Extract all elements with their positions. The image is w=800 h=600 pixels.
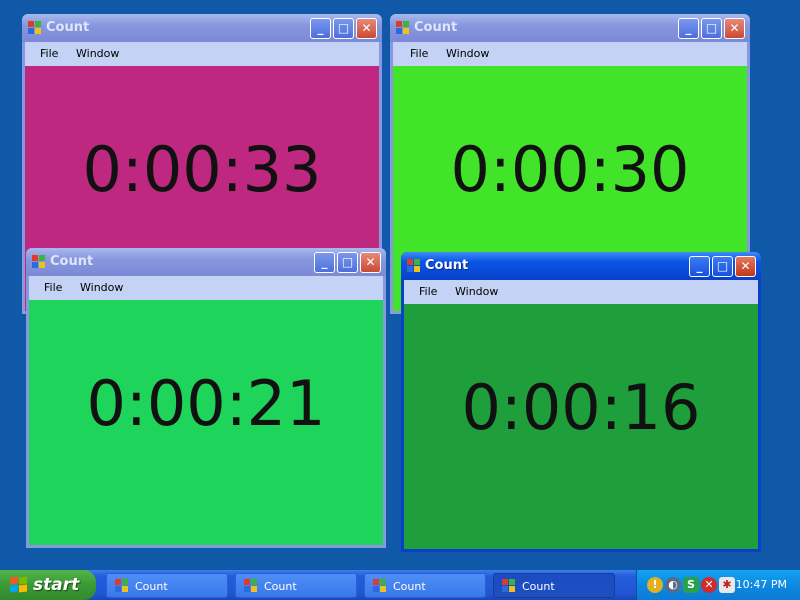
timer-area: 0:00:16 — [404, 304, 758, 549]
taskbar-item-label: Count — [393, 580, 426, 593]
taskbar-item-count-2[interactable]: Count — [235, 573, 357, 598]
menu-bar: File Window — [29, 276, 383, 300]
taskbar-item-count-3[interactable]: Count — [364, 573, 486, 598]
close-button[interactable]: ✕ — [356, 18, 377, 39]
close-button[interactable]: ✕ — [724, 18, 745, 39]
menu-file[interactable]: File — [419, 285, 437, 298]
timer-area: 0:00:21 — [29, 300, 383, 545]
window-titlebar[interactable]: Count _ □ ✕ — [26, 248, 386, 276]
timer-display: 0:00:30 — [450, 133, 690, 206]
count-window-3[interactable]: Count _ □ ✕ File Window 0:00:21 — [26, 248, 386, 548]
maximize-button[interactable]: □ — [337, 252, 358, 273]
taskbar-item-label: Count — [264, 580, 297, 593]
menu-file[interactable]: File — [44, 281, 62, 294]
maximize-button[interactable]: □ — [333, 18, 354, 39]
taskbar-item-label: Count — [135, 580, 168, 593]
taskbar-item-count-4[interactable]: Count — [493, 573, 615, 598]
security-shield-icon[interactable]: ! — [647, 577, 663, 593]
taskbar-item-count-1[interactable]: Count — [106, 573, 228, 598]
app-s-icon[interactable]: S — [683, 577, 699, 593]
window-title: Count — [46, 20, 90, 35]
minimize-button[interactable]: _ — [689, 256, 710, 277]
app-icon — [244, 579, 258, 593]
app-icon — [32, 255, 46, 269]
close-button[interactable]: ✕ — [360, 252, 381, 273]
start-label: start — [33, 575, 80, 595]
menu-window[interactable]: Window — [76, 47, 119, 60]
menu-bar: File Window — [25, 42, 379, 66]
maximize-button[interactable]: □ — [701, 18, 722, 39]
window-titlebar[interactable]: Count _ □ ✕ — [390, 14, 750, 42]
windows-logo-icon — [10, 576, 28, 593]
window-title: Count — [414, 20, 458, 35]
menu-file[interactable]: File — [410, 47, 428, 60]
app-icon — [396, 21, 410, 35]
window-title: Count — [425, 258, 469, 273]
minimize-button[interactable]: _ — [678, 18, 699, 39]
menu-file[interactable]: File — [40, 47, 58, 60]
taskbar: start Count Count Count Count ! ◐ S ✕ ✱ … — [0, 570, 800, 600]
security-alert-icon[interactable]: ✕ — [701, 577, 717, 593]
app-icon — [373, 579, 387, 593]
taskbar-item-label: Count — [522, 580, 555, 593]
window-title: Count — [50, 254, 94, 269]
system-tray: ! ◐ S ✕ ✱ 10:47 PM — [636, 570, 800, 600]
app-icon — [115, 579, 129, 593]
taskbar-clock[interactable]: 10:47 PM — [736, 578, 787, 591]
minimize-button[interactable]: _ — [314, 252, 335, 273]
menu-window[interactable]: Window — [446, 47, 489, 60]
timer-display: 0:00:33 — [82, 133, 322, 206]
app-icon — [28, 21, 42, 35]
maximize-button[interactable]: □ — [712, 256, 733, 277]
network-icon[interactable]: ◐ — [665, 577, 681, 593]
count-window-4[interactable]: Count _ □ ✕ File Window 0:00:16 — [401, 252, 761, 552]
menu-bar: File Window — [404, 280, 758, 304]
app-icon — [407, 259, 421, 273]
menu-window[interactable]: Window — [80, 281, 123, 294]
timer-display: 0:00:21 — [86, 367, 326, 440]
close-button[interactable]: ✕ — [735, 256, 756, 277]
app-icon — [502, 579, 516, 593]
window-titlebar[interactable]: Count _ □ ✕ — [401, 252, 761, 280]
start-button[interactable]: start — [0, 570, 96, 600]
window-titlebar[interactable]: Count _ □ ✕ — [22, 14, 382, 42]
menu-bar: File Window — [393, 42, 747, 66]
safely-remove-icon[interactable]: ✱ — [719, 577, 735, 593]
menu-window[interactable]: Window — [455, 285, 498, 298]
minimize-button[interactable]: _ — [310, 18, 331, 39]
timer-display: 0:00:16 — [461, 371, 701, 444]
